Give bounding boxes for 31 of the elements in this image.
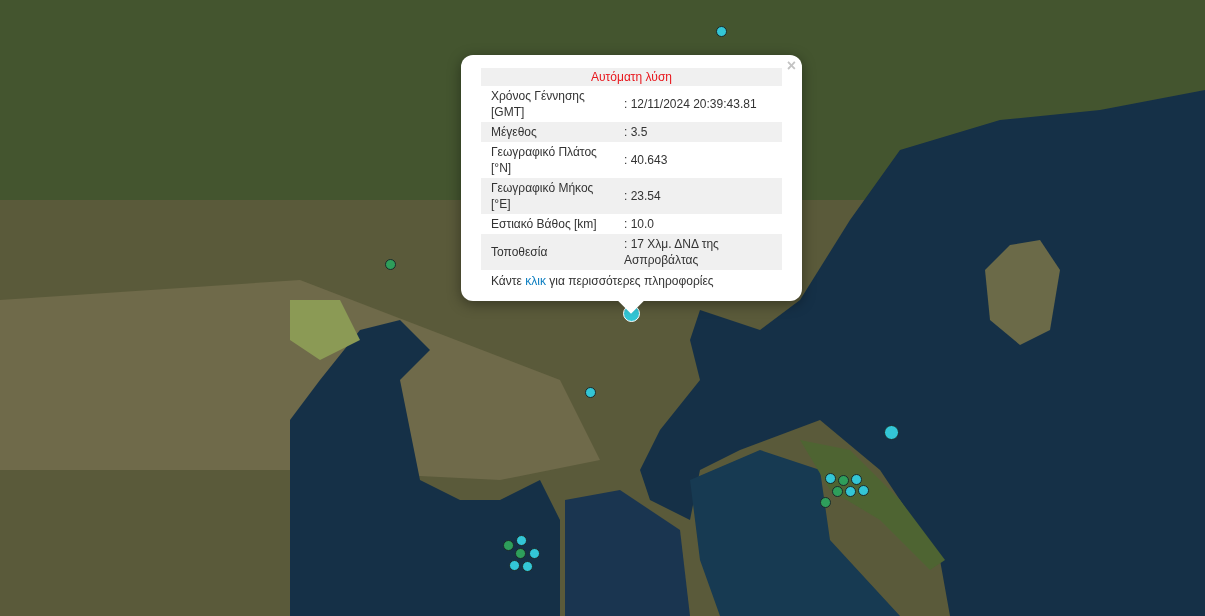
- field-value: : 10.0: [624, 216, 656, 232]
- earthquake-marker[interactable]: [819, 496, 831, 508]
- earthquake-marker[interactable]: [850, 473, 862, 485]
- field-value: : 23.54: [624, 188, 662, 204]
- field-label: Γεωγραφικό Πλάτος [°N]: [491, 144, 598, 176]
- popup-title: Αυτόματη λύση: [481, 68, 782, 86]
- earthquake-marker[interactable]: [844, 485, 856, 497]
- more-info-link[interactable]: κλικ: [525, 274, 546, 288]
- earthquake-marker[interactable]: [521, 560, 533, 572]
- earthquake-marker[interactable]: [831, 485, 843, 497]
- field-value: : 3.5: [624, 124, 649, 140]
- earthquake-marker[interactable]: [508, 559, 520, 571]
- field-value: : 17 Χλμ. ΔΝΔ της Ασπροβάλτας: [624, 236, 720, 268]
- earthquake-marker[interactable]: [715, 25, 727, 37]
- field-label: Μέγεθος: [491, 124, 538, 140]
- field-value: : 40.643: [624, 152, 669, 168]
- earthquake-marker[interactable]: [837, 474, 849, 486]
- earthquake-marker[interactable]: [528, 547, 540, 559]
- field-label: Εστιακό Βάθος [km]: [491, 216, 598, 232]
- earthquake-marker[interactable]: [515, 534, 527, 546]
- earthquake-marker[interactable]: [514, 547, 526, 559]
- earthquake-marker[interactable]: [502, 539, 514, 551]
- earthquake-marker[interactable]: [857, 484, 869, 496]
- field-label: Γεωγραφικό Μήκος [°E]: [491, 180, 595, 212]
- more-info-text: Κάντε κλικ για περισσότερες πληροφορίες: [490, 273, 715, 289]
- earthquake-marker[interactable]: [384, 258, 396, 270]
- earthquake-marker[interactable]: [584, 386, 596, 398]
- earthquake-marker[interactable]: [824, 472, 836, 484]
- field-value: : 12/11/2024 20:39:43.81: [624, 96, 758, 112]
- field-label: Χρόνος Γέννησης [GMT]: [491, 88, 586, 120]
- field-label: Τοποθεσία: [491, 244, 549, 260]
